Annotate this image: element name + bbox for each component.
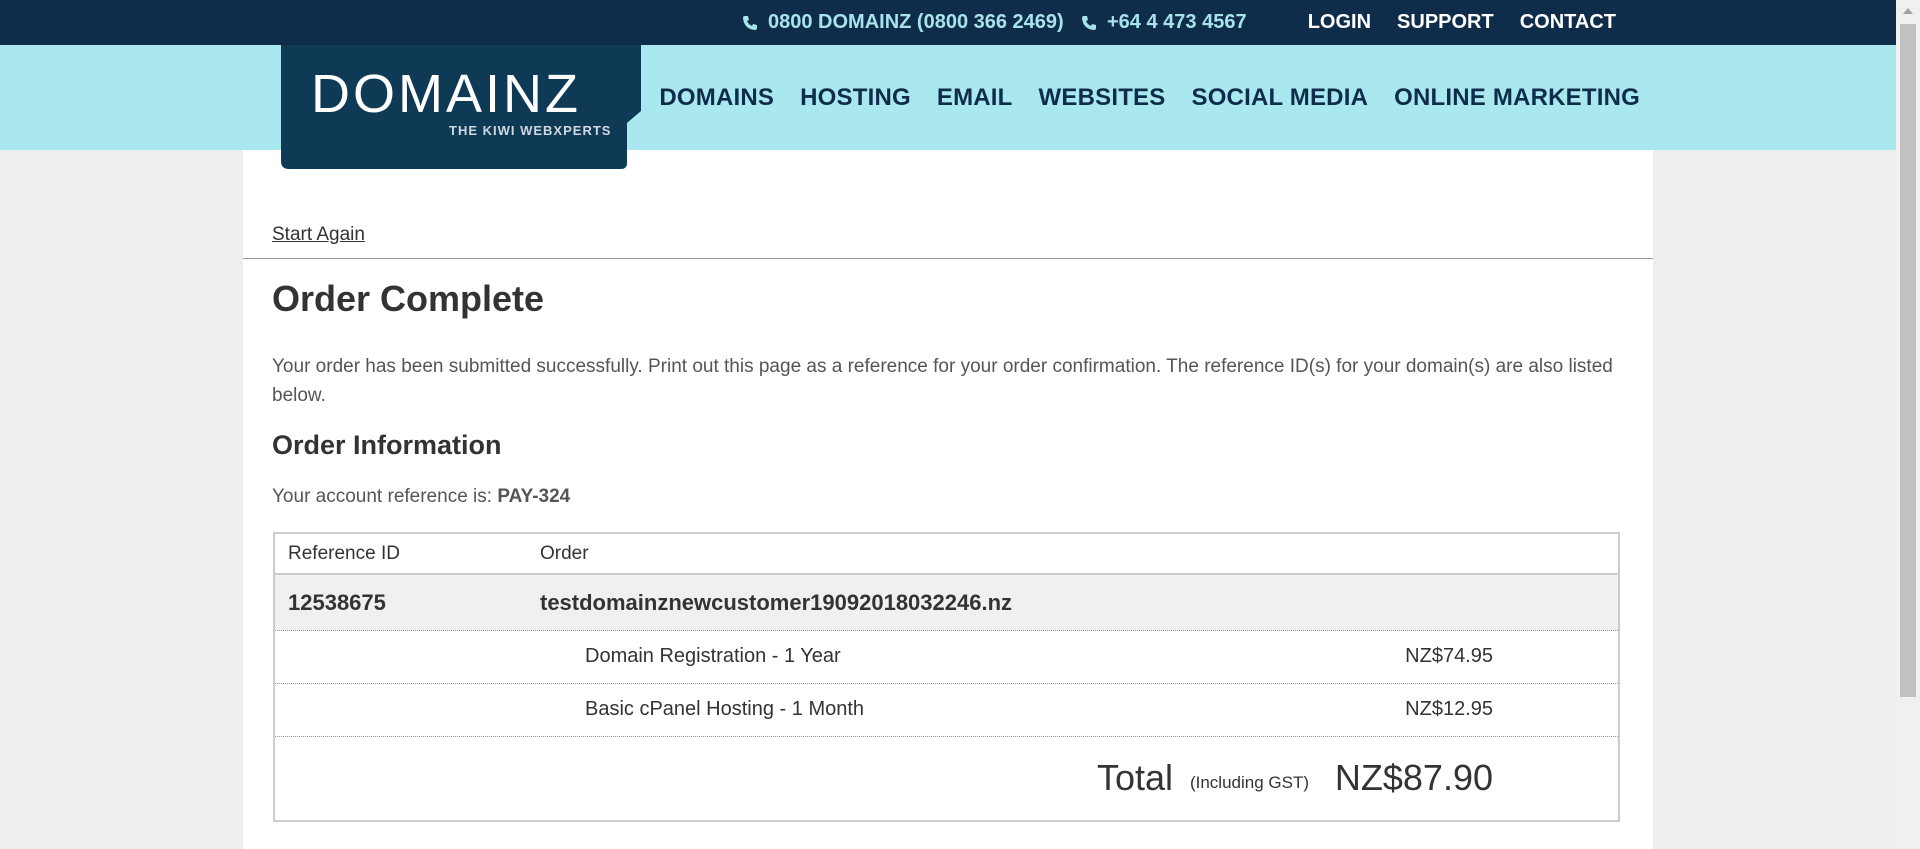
divider	[243, 258, 1653, 259]
account-reference-value: PAY-324	[497, 486, 571, 507]
contact-link[interactable]: CONTACT	[1520, 0, 1616, 45]
phone-number-2: +64 4 473 4567	[1107, 11, 1247, 33]
header-order: Order	[540, 543, 589, 564]
item-label: Domain Registration - 1 Year	[585, 645, 841, 667]
phone-icon	[743, 15, 757, 30]
nav-hosting[interactable]: HOSTING	[800, 84, 911, 112]
phone-icon	[1082, 15, 1096, 30]
item-price: NZ$12.95	[1405, 698, 1493, 720]
account-reference: Your account reference is: PAY-324	[272, 486, 570, 508]
nav-email[interactable]: EMAIL	[937, 84, 1013, 112]
logo-tagline: THE KIWI WEBXPERTS	[449, 123, 611, 138]
top-bar: 0800 DOMAINZ (0800 366 2469) +64 4 473 4…	[0, 0, 1896, 45]
top-links: LOGIN SUPPORT CONTACT	[1308, 0, 1616, 45]
start-again-link[interactable]: Start Again	[272, 224, 365, 246]
nav-social-media[interactable]: SOCIAL MEDIA	[1191, 84, 1368, 112]
order-table: Reference ID Order 12538675 testdomainzn…	[273, 532, 1620, 822]
total-gst-note: (Including GST)	[1189, 773, 1309, 792]
total-amount: NZ$87.90	[1334, 757, 1493, 798]
support-link[interactable]: SUPPORT	[1397, 0, 1494, 45]
intro-text: Your order has been submitted successful…	[272, 356, 1613, 406]
main-content: Start Again Order Complete Your order ha…	[243, 150, 1653, 849]
header-reference-id: Reference ID	[288, 543, 400, 564]
domainz-logo[interactable]: DOMAINZ THE KIWI WEBXPERTS	[281, 45, 641, 169]
phone-number-1: 0800 DOMAINZ (0800 366 2469)	[768, 11, 1064, 33]
table-row: Basic cPanel Hosting - 1 Month NZ$12.95	[275, 684, 1618, 737]
table-row: 12538675 testdomainznewcustomer190920180…	[275, 575, 1618, 631]
section-title: Order Information	[272, 430, 502, 460]
reference-id-value: 12538675	[288, 590, 386, 615]
logo-name: DOMAINZ	[311, 64, 581, 124]
page-title: Order Complete	[272, 278, 545, 319]
item-label: Basic cPanel Hosting - 1 Month	[585, 698, 865, 720]
main-nav: DOMAINS HOSTING EMAIL WEBSITES SOCIAL ME…	[659, 45, 1640, 150]
item-price: NZ$74.95	[1405, 645, 1493, 667]
table-row: Domain Registration - 1 Year NZ$74.95	[275, 631, 1618, 684]
total-label: Total	[1096, 757, 1173, 798]
domain-name: testdomainznewcustomer19092018032246.nz	[540, 590, 1013, 615]
nav-online-marketing[interactable]: ONLINE MARKETING	[1394, 84, 1640, 112]
scrollbar-thumb[interactable]	[1900, 24, 1916, 697]
phone-link-1[interactable]: 0800 DOMAINZ (0800 366 2469)	[742, 0, 1064, 45]
nav-domains[interactable]: DOMAINS	[659, 84, 774, 112]
phone-link-2[interactable]: +64 4 473 4567	[1081, 0, 1247, 45]
total-row: Total (Including GST) NZ$87.90	[275, 737, 1618, 820]
account-reference-label: Your account reference is:	[272, 486, 498, 507]
vertical-scrollbar[interactable]	[1896, 0, 1920, 849]
table-header: Reference ID Order	[275, 534, 1618, 575]
nav-websites[interactable]: WEBSITES	[1039, 84, 1166, 112]
login-link[interactable]: LOGIN	[1308, 0, 1371, 45]
scroll-up-icon[interactable]	[1903, 8, 1913, 14]
